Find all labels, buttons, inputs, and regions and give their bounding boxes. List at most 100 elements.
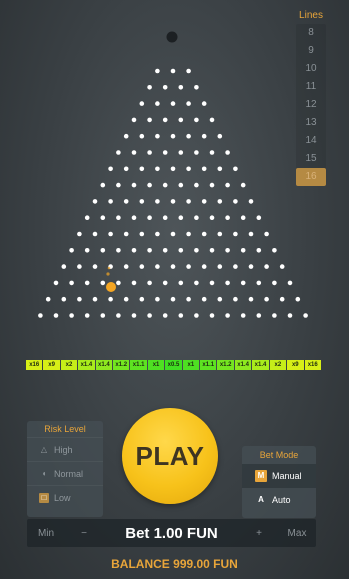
lines-option[interactable]: 8 xyxy=(296,24,326,42)
pin xyxy=(162,182,168,188)
bet-mode-label: Auto xyxy=(272,495,291,505)
pin xyxy=(240,215,246,220)
bet-increase-button[interactable]: + xyxy=(240,528,278,539)
pin xyxy=(155,133,160,139)
pin xyxy=(84,313,90,318)
risk-option-high[interactable]: △ High xyxy=(27,437,103,461)
pin xyxy=(147,150,152,155)
risk-option-low[interactable]: □ Low xyxy=(27,485,103,509)
lines-option[interactable]: 16 xyxy=(296,168,326,186)
multiplier-slot: x1 xyxy=(147,360,165,370)
pin xyxy=(147,182,152,188)
pin xyxy=(155,231,160,237)
multiplier-slot: x1.4 xyxy=(252,360,269,370)
pin xyxy=(123,264,129,269)
pin xyxy=(131,280,137,286)
pin xyxy=(69,280,74,286)
pin xyxy=(217,166,223,172)
pin xyxy=(170,231,176,237)
bet-mode-title: Bet Mode xyxy=(259,450,299,460)
pin xyxy=(225,313,230,318)
pin xyxy=(194,182,199,188)
pin xyxy=(84,215,90,220)
pin xyxy=(217,231,223,237)
bet-mode-manual[interactable]: M Manual xyxy=(242,464,316,488)
lines-option[interactable]: 14 xyxy=(296,132,326,150)
pin xyxy=(233,264,238,269)
lines-option[interactable]: 13 xyxy=(296,114,326,132)
multiplier-slot: x1.1 xyxy=(200,360,217,370)
multiplier-slot: x1.1 xyxy=(130,360,147,370)
bet-mode-label: Manual xyxy=(272,471,302,481)
lines-option[interactable]: 9 xyxy=(296,42,326,60)
bet-max-button[interactable]: Max xyxy=(278,528,316,539)
pin xyxy=(155,264,160,269)
multiplier-slot: x1.4 xyxy=(78,360,95,370)
pin xyxy=(186,166,191,172)
pin xyxy=(186,231,191,237)
lines-option[interactable]: 12 xyxy=(296,96,326,114)
lines-option[interactable]: 15 xyxy=(296,150,326,168)
pin xyxy=(209,280,215,286)
pin xyxy=(123,166,129,172)
pin xyxy=(139,264,145,269)
multiplier-slot: x9 xyxy=(43,360,60,370)
lines-list: 8 9 10 11 12 13 14 15 16 xyxy=(296,24,326,186)
risk-option-label: Low xyxy=(54,492,71,503)
pin xyxy=(162,85,168,90)
pin xyxy=(233,231,238,237)
pin xyxy=(256,280,262,286)
pin xyxy=(45,296,51,302)
pin xyxy=(194,313,199,318)
lines-option[interactable]: 11 xyxy=(296,78,326,96)
risk-level-title: Risk Level xyxy=(44,424,86,434)
pin xyxy=(116,150,121,155)
bet-decrease-button[interactable]: − xyxy=(65,528,103,539)
pin xyxy=(155,296,160,302)
pin xyxy=(162,313,168,318)
pin xyxy=(194,280,199,286)
multiplier-slot: x16 xyxy=(26,360,43,370)
pin xyxy=(209,117,215,123)
pin xyxy=(186,296,191,302)
gauge-icon: ◖ xyxy=(41,469,47,478)
pin xyxy=(170,199,176,204)
pin xyxy=(92,199,98,204)
pin xyxy=(209,215,215,220)
lines-option[interactable]: 10 xyxy=(296,60,326,78)
pin xyxy=(225,215,230,220)
pin xyxy=(116,215,121,220)
pin xyxy=(139,101,145,106)
multiplier-slot: x1.4 xyxy=(95,360,113,370)
play-button[interactable]: PLAY xyxy=(122,408,218,504)
drop-hole xyxy=(166,31,178,43)
pin xyxy=(170,264,176,269)
pin xyxy=(272,313,277,318)
pin xyxy=(186,133,191,139)
pin xyxy=(201,231,207,237)
pin xyxy=(178,85,184,90)
pin xyxy=(178,150,184,155)
bet-mode-panel: Bet Mode M Manual A Auto xyxy=(242,446,316,518)
pin xyxy=(233,166,238,172)
bet-mode-auto[interactable]: A Auto xyxy=(242,488,316,512)
pin xyxy=(248,231,254,237)
pin xyxy=(295,296,301,302)
pin xyxy=(248,296,254,302)
pin xyxy=(123,296,129,302)
multiplier-slot: x2 xyxy=(60,360,78,370)
multiplier-slot: x2 xyxy=(269,360,287,370)
pin xyxy=(155,101,160,106)
multiplier-slot: x1.2 xyxy=(113,360,130,370)
pin xyxy=(201,166,207,172)
lines-panel: Lines 8 9 10 11 12 13 14 15 16 xyxy=(296,8,326,186)
risk-option-normal[interactable]: ◖ Normal xyxy=(27,461,103,485)
pin xyxy=(217,264,223,269)
pin xyxy=(162,215,168,220)
pin xyxy=(139,133,145,139)
bet-min-button[interactable]: Min xyxy=(27,528,65,539)
pin xyxy=(139,231,145,237)
pin xyxy=(287,313,293,318)
pin xyxy=(155,166,160,172)
pin xyxy=(131,117,137,123)
